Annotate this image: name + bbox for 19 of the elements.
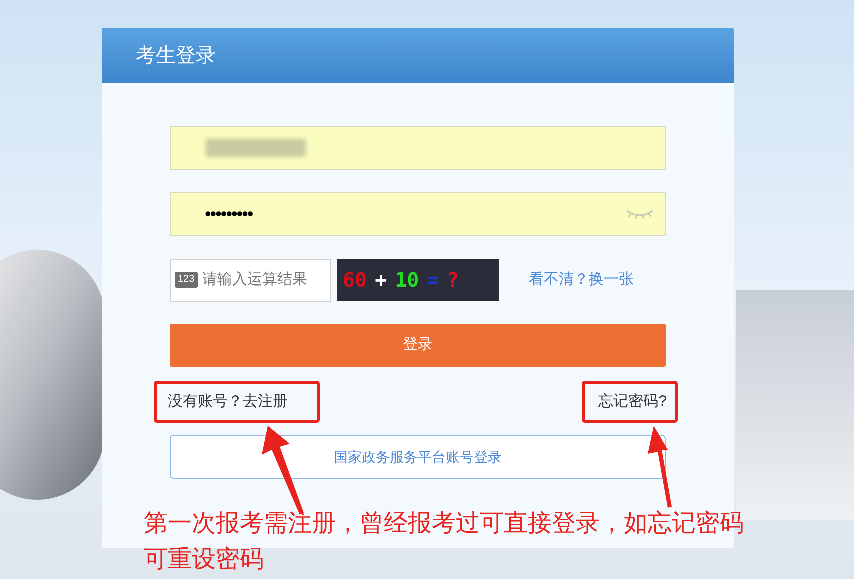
forgot-password-link[interactable]: 忘记密码? [598, 390, 667, 414]
closed-eye-icon[interactable] [625, 208, 655, 220]
captcha-character: ? [447, 267, 460, 294]
captcha-field[interactable]: 123 请输入运算结果 [170, 258, 331, 302]
password-value: ••••••••• [205, 202, 253, 226]
captcha-character: = [427, 267, 440, 294]
login-button[interactable]: 登录 [170, 324, 666, 367]
captcha-character: 60 [343, 267, 368, 294]
captcha-field-icon: 123 [175, 272, 198, 288]
captcha-input[interactable]: 请输入运算结果 [202, 268, 328, 292]
register-link[interactable]: 没有账号？去注册 [168, 390, 288, 414]
captcha-character: 10 [395, 267, 420, 294]
username-field[interactable] [170, 126, 666, 170]
refresh-captcha-link[interactable]: 看不清？换一张 [529, 268, 634, 292]
password-field[interactable]: ••••••••• [170, 192, 666, 236]
gov-login-button[interactable]: 国家政务服务平台账号登录 [170, 435, 666, 479]
card-title: 考生登录 [136, 44, 216, 68]
captcha-character: + [375, 267, 388, 294]
annotation-text: 第一次报考需注册，曾经报考过可直接登录，如忘记密码可重设密码 [144, 509, 744, 575]
